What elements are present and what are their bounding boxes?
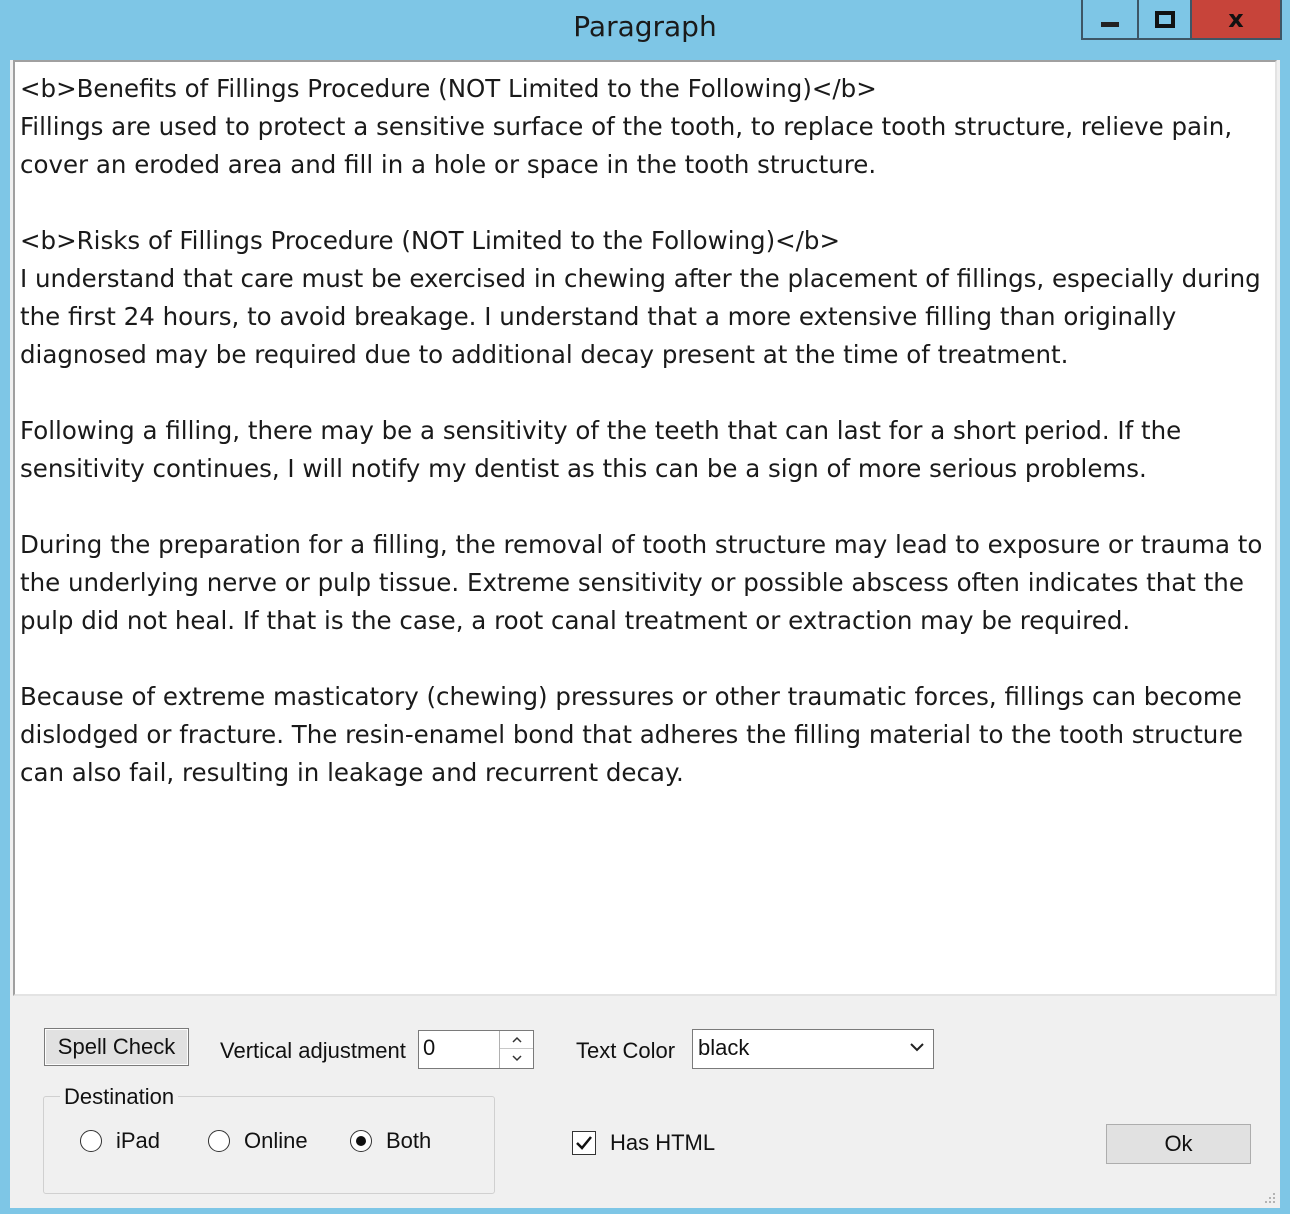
radio-circle[interactable] <box>80 1130 102 1152</box>
controls-panel: Spell Check Vertical adjustment 0 Text C… <box>10 996 1280 1208</box>
text-color-value: black <box>698 1035 750 1060</box>
maximize-button[interactable] <box>1137 0 1190 40</box>
chevron-down-icon <box>511 1054 522 1061</box>
radio-both[interactable]: Both <box>350 1128 431 1154</box>
radio-label: Both <box>386 1128 432 1153</box>
checkmark-icon <box>576 1136 592 1150</box>
dialog-client-area: <b>Benefits of Fillings Procedure (NOT L… <box>10 60 1280 1208</box>
vertical-adjustment-label: Vertical adjustment <box>220 1038 406 1063</box>
destination-legend: Destination <box>60 1084 179 1110</box>
paragraph-text-editor[interactable]: <b>Benefits of Fillings Procedure (NOT L… <box>13 60 1277 996</box>
vertical-adjustment-value[interactable]: 0 <box>423 1035 435 1061</box>
radio-ipad[interactable]: iPad <box>80 1128 160 1154</box>
resize-grip-icon[interactable] <box>1262 1190 1276 1204</box>
has-html-checkbox[interactable]: Has HTML <box>572 1130 715 1156</box>
radio-online[interactable]: Online <box>208 1128 308 1154</box>
has-html-label: Has HTML <box>610 1130 716 1155</box>
title-bar[interactable]: Paragraph x <box>0 0 1290 60</box>
radio-circle[interactable] <box>350 1130 372 1152</box>
text-color-select[interactable]: black <box>692 1029 934 1069</box>
close-icon: x <box>1228 5 1244 33</box>
radio-label: iPad <box>116 1128 161 1153</box>
radio-circle[interactable] <box>208 1130 230 1152</box>
minimize-button[interactable] <box>1081 0 1137 40</box>
minimize-icon <box>1101 21 1119 27</box>
stepper-buttons <box>499 1031 533 1068</box>
checkbox-box[interactable] <box>572 1131 596 1155</box>
maximize-icon <box>1154 10 1175 28</box>
vertical-adjustment-stepper[interactable]: 0 <box>418 1030 534 1069</box>
stepper-down-button[interactable] <box>500 1049 533 1067</box>
text-color-label: Text Color <box>576 1038 676 1063</box>
radio-label: Online <box>244 1128 308 1153</box>
stepper-up-button[interactable] <box>500 1031 533 1049</box>
chevron-up-icon <box>511 1036 522 1043</box>
spell-check-button[interactable]: Spell Check <box>44 1028 189 1066</box>
ok-button[interactable]: Ok <box>1106 1124 1251 1164</box>
chevron-down-icon[interactable] <box>909 1039 925 1055</box>
close-button[interactable]: x <box>1190 0 1282 40</box>
